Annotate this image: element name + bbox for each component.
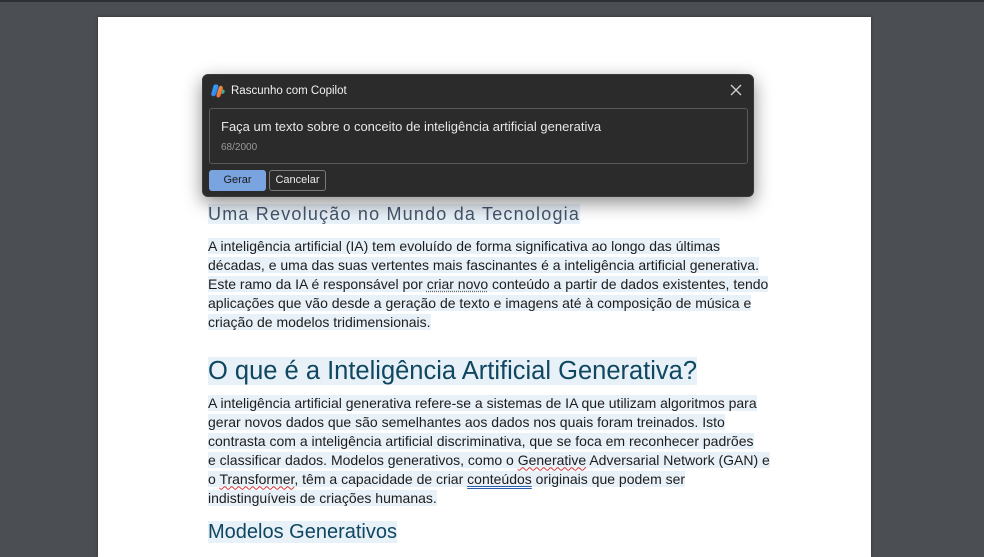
character-counter: 68/2000: [221, 142, 258, 153]
text-line: gerar novos dados que são semelhantes ao…: [208, 413, 725, 430]
document-heading-1[interactable]: O que é a Inteligência Artificial Genera…: [208, 355, 698, 387]
style-suggestion[interactable]: conteúdos: [467, 471, 532, 487]
close-icon[interactable]: [727, 81, 745, 99]
text-line: aplicações que vão desde a geração de te…: [208, 294, 752, 311]
paragraph-definition[interactable]: A inteligência artificial generativa ref…: [208, 394, 770, 507]
copilot-icon: [211, 84, 225, 98]
cancel-button[interactable]: Cancelar: [269, 170, 326, 191]
dialog-title: Rascunho com Copilot: [231, 85, 347, 97]
text-line: indistinguíveis de criações humanas.: [208, 489, 437, 506]
document-subtitle[interactable]: Uma Revolução no Mundo da Tecnologia: [208, 203, 581, 225]
text-line: décadas, e uma das suas vertentes mais f…: [208, 256, 759, 273]
prompt-input[interactable]: Faça um texto sobre o conceito de inteli…: [209, 108, 748, 164]
text-line: e classificar dados. Modelos generativos…: [208, 451, 770, 468]
text-line: contrasta com a inteligência artificial …: [208, 432, 754, 449]
window-top-edge: [0, 0, 984, 2]
grammar-suggestion[interactable]: criar novo: [427, 276, 488, 292]
prompt-text[interactable]: Faça um texto sobre o conceito de inteli…: [221, 119, 601, 135]
generate-button[interactable]: Gerar: [209, 170, 266, 191]
paragraph-intro[interactable]: A inteligência artificial (IA) tem evolu…: [208, 237, 769, 332]
text-line: criação de modelos tridimensionais.: [208, 313, 431, 330]
text-line: Este ramo da IA é responsável por criar …: [208, 275, 769, 292]
spelling-error[interactable]: Generative: [518, 452, 586, 468]
copilot-draft-dialog: Rascunho com Copilot Faça um texto sobre…: [202, 74, 754, 197]
text-line: A inteligência artificial (IA) tem evolu…: [208, 238, 721, 254]
spelling-error[interactable]: Transformer: [219, 471, 294, 487]
document-heading-2[interactable]: Modelos Generativos: [208, 520, 397, 545]
text-line: o Transformer, têm a capacidade de criar…: [208, 470, 686, 487]
text-line: A inteligência artificial generativa ref…: [208, 395, 757, 411]
